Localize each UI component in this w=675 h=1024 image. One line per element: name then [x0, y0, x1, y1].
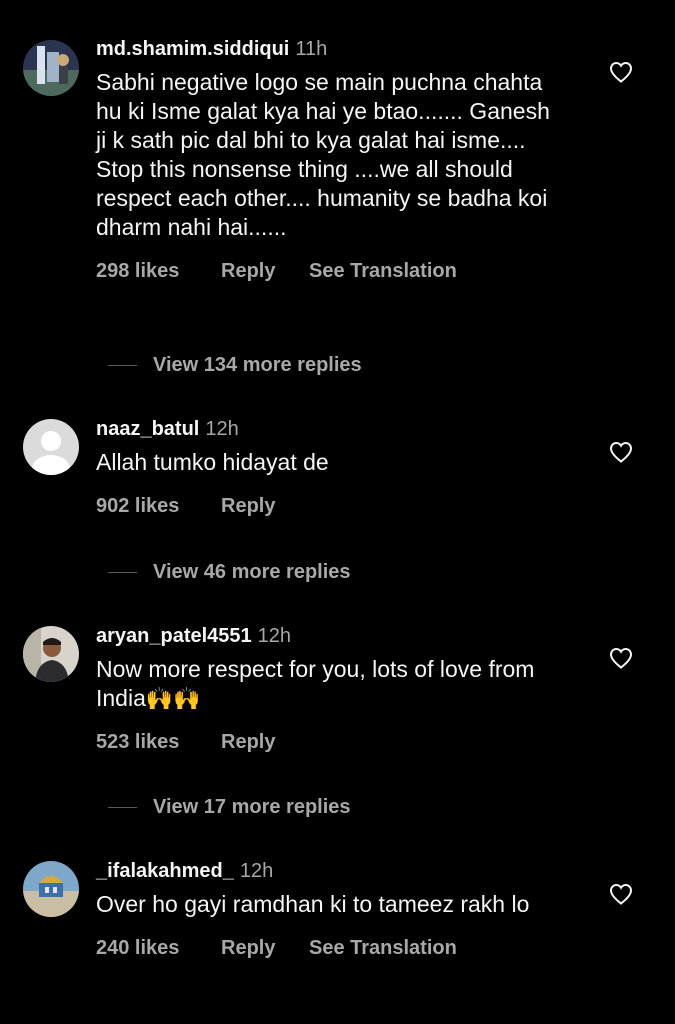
comment-actions: 298 likes Reply See Translation: [96, 258, 576, 284]
username[interactable]: _ifalakahmed_: [96, 860, 234, 882]
avatar[interactable]: [23, 861, 79, 917]
profile-photo-icon: [23, 40, 79, 96]
timestamp: 11h: [295, 38, 328, 60]
timestamp: 12h: [239, 860, 274, 882]
view-more-replies-button[interactable]: View 46 more replies: [108, 559, 351, 585]
default-avatar-icon: [23, 419, 79, 475]
comment-actions: 902 likes Reply: [96, 493, 576, 519]
profile-photo-icon: [23, 626, 79, 682]
see-translation-button[interactable]: See Translation: [309, 935, 457, 961]
timestamp: 12h: [205, 418, 239, 440]
likes-count[interactable]: 523 likes: [96, 729, 221, 755]
avatar[interactable]: [23, 40, 79, 96]
view-more-replies-button[interactable]: View 17 more replies: [108, 794, 351, 820]
comment-header: _ifalakahmed_ 12h: [96, 858, 576, 884]
view-replies-label: View 134 more replies: [153, 354, 362, 376]
comment-header: aryan_patel4551 12h: [96, 623, 576, 649]
username[interactable]: md.shamim.siddiqui: [96, 38, 289, 60]
reply-divider-line: [108, 572, 137, 574]
reply-divider-line: [108, 807, 137, 809]
reply-button[interactable]: Reply: [221, 935, 309, 961]
reply-button[interactable]: Reply: [221, 493, 309, 519]
username[interactable]: naaz_batul: [96, 418, 199, 440]
timestamp: 12h: [257, 625, 292, 647]
comment-actions: 240 likes Reply See Translation: [96, 935, 576, 961]
view-replies-label: View 17 more replies: [153, 796, 351, 818]
heart-outline-icon[interactable]: [609, 647, 633, 669]
comment-header: md.shamim.siddiqui 11h: [96, 36, 576, 62]
heart-outline-icon[interactable]: [609, 61, 633, 83]
avatar[interactable]: [23, 419, 79, 475]
comment-text: Now more respect for you, lots of love f…: [96, 655, 556, 713]
raising-hands-emoji: 🙌🙌: [145, 686, 201, 711]
view-replies-label: View 46 more replies: [153, 561, 351, 583]
heart-outline-icon[interactable]: [609, 441, 633, 463]
view-more-replies-button[interactable]: View 134 more replies: [108, 352, 362, 378]
likes-count[interactable]: 240 likes: [96, 935, 221, 961]
see-translation-button[interactable]: See Translation: [309, 258, 457, 284]
comment-header: naaz_batul 12h: [96, 416, 576, 442]
heart-outline-icon[interactable]: [609, 883, 633, 905]
comment-actions: 523 likes Reply: [96, 729, 576, 755]
likes-count[interactable]: 298 likes: [96, 258, 221, 284]
username[interactable]: aryan_patel4551: [96, 625, 252, 647]
comment-text: Allah tumko hidayat de: [96, 449, 329, 475]
avatar[interactable]: [23, 626, 79, 682]
profile-photo-icon: [23, 861, 79, 917]
reply-button[interactable]: Reply: [221, 258, 309, 284]
comment-text: Over ho gayi ramdhan ki to tameez rakh l…: [96, 891, 530, 917]
reply-divider-line: [108, 365, 137, 367]
reply-button[interactable]: Reply: [221, 729, 309, 755]
likes-count[interactable]: 902 likes: [96, 493, 221, 519]
comment-text: Sabhi negative logo se main puchna chaht…: [96, 69, 550, 240]
